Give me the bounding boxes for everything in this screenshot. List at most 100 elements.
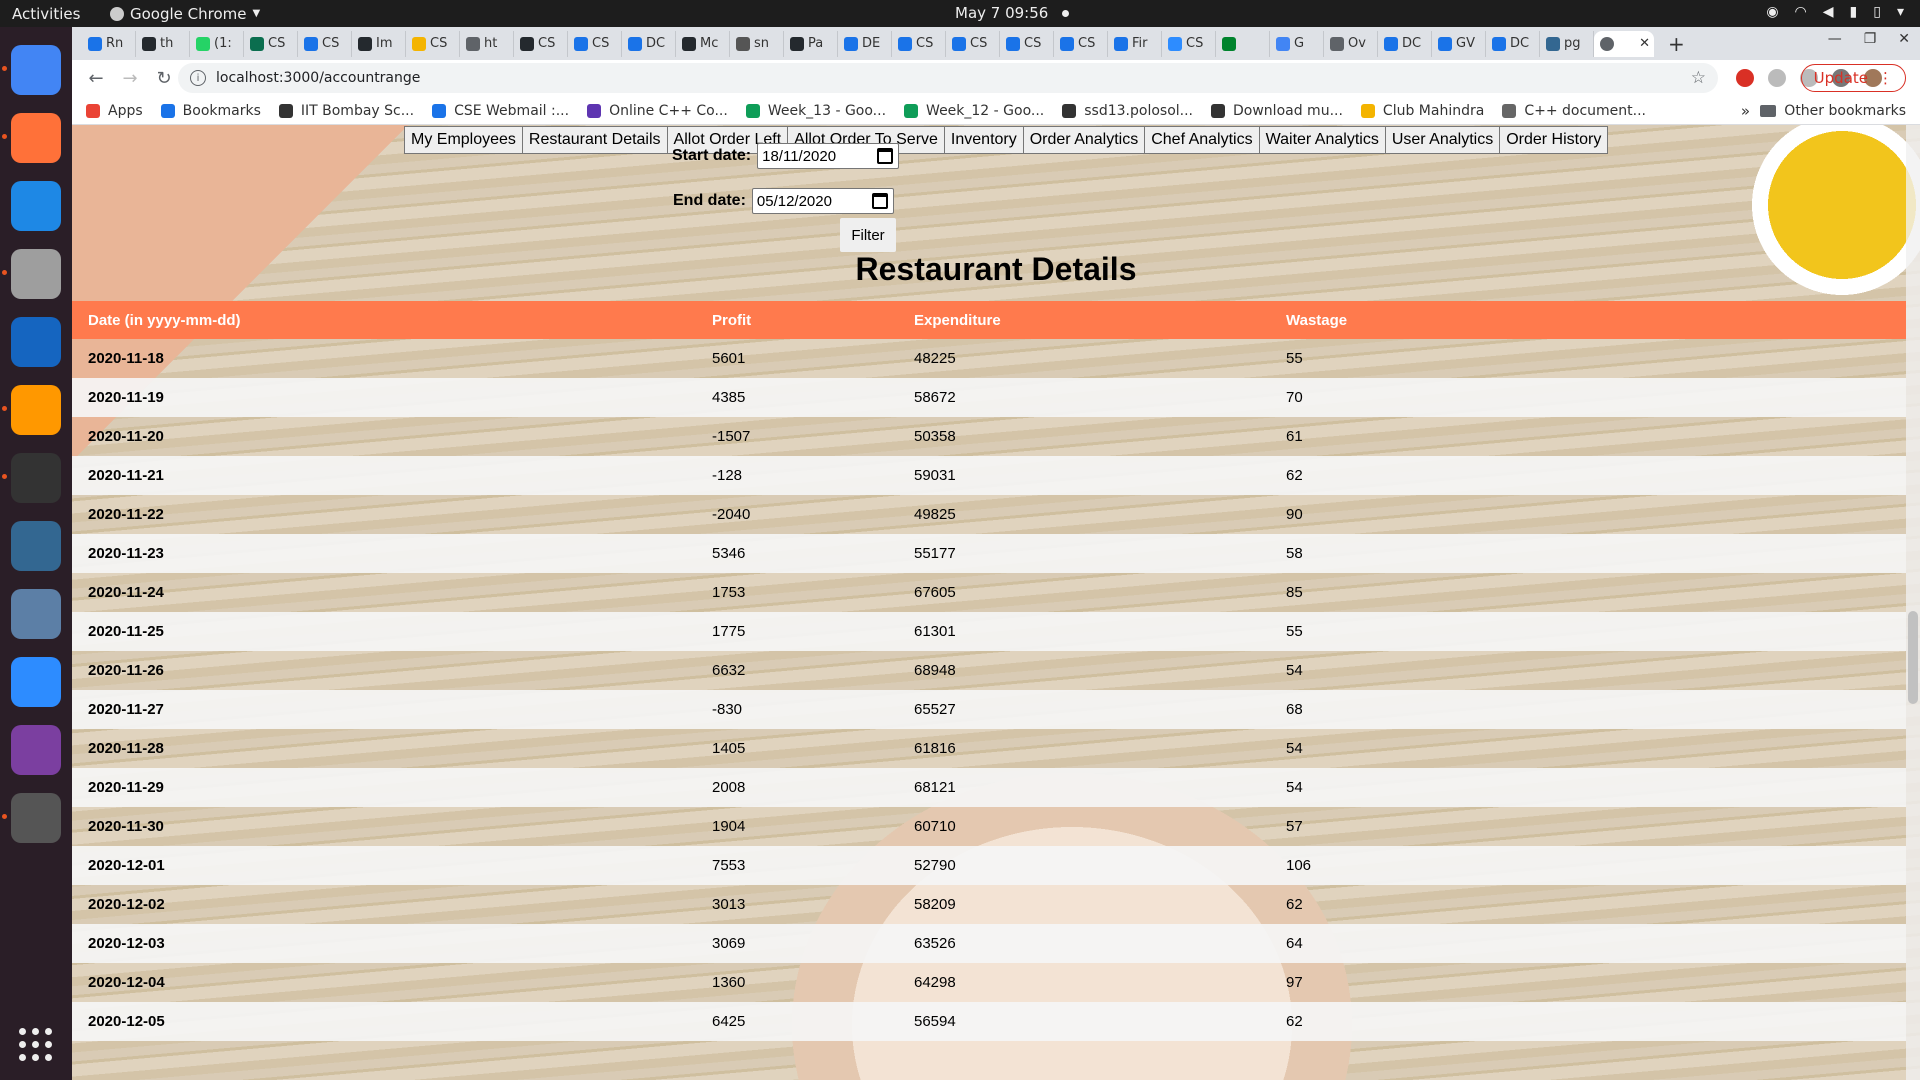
browser-tab[interactable]: CS — [1000, 30, 1054, 57]
tab-favicon-icon — [520, 36, 534, 51]
browser-tab[interactable]: CS — [568, 30, 622, 57]
minimize-icon[interactable]: — — [1828, 31, 1842, 47]
sublime-dock-icon[interactable] — [2, 385, 61, 435]
bookmarks-overflow-button[interactable]: » — [1741, 102, 1750, 120]
browser-tab[interactable]: Pa — [784, 30, 838, 57]
browser-tab[interactable]: Fir — [1108, 30, 1162, 57]
tab-title: Pa — [808, 36, 824, 51]
start-date-input[interactable]: 18/11/2020 — [757, 143, 900, 169]
browser-tab[interactable]: DC — [1378, 30, 1432, 57]
nav-button-user-analytics[interactable]: User Analytics — [1384, 126, 1501, 154]
bookmark-item[interactable]: Week_13 - Goo... — [745, 103, 886, 119]
bookmark-item[interactable]: ssd13.polosol... — [1062, 103, 1193, 119]
tab-title: DE — [862, 36, 881, 51]
app-menu[interactable]: Google Chrome ▼ — [110, 5, 260, 23]
postgres-dock-icon[interactable] — [11, 521, 61, 571]
date-cell: 2020-11-23 — [72, 534, 696, 573]
files-dock-icon[interactable] — [2, 249, 61, 299]
browser-tab[interactable]: DC — [1486, 30, 1540, 57]
nav-button-order-analytics[interactable]: Order Analytics — [1022, 126, 1146, 154]
bookmark-item[interactable]: Apps — [86, 103, 143, 119]
close-tab-icon[interactable]: ✕ — [1639, 36, 1650, 51]
browser-tab[interactable]: ht — [460, 30, 514, 57]
update-button[interactable]: Update ⋮ — [1800, 64, 1906, 92]
browser-tab[interactable]: Ov — [1324, 30, 1378, 57]
info-icon[interactable]: i — [190, 70, 206, 86]
browser-tab[interactable]: CS — [946, 30, 1000, 57]
bookmark-item[interactable]: Download mu... — [1211, 103, 1343, 119]
browser-tab[interactable]: sn — [730, 30, 784, 57]
browser-tab[interactable]: CS — [514, 30, 568, 57]
virtualbox-dock-icon[interactable] — [11, 589, 61, 639]
bookmark-star-icon[interactable]: ☆ — [1691, 68, 1706, 88]
terminal-dock-icon[interactable] — [2, 453, 61, 503]
magnifier-dock-icon[interactable] — [2, 793, 61, 843]
scrollbar-thumb[interactable] — [1908, 611, 1918, 704]
address-bar[interactable]: i localhost:3000/accountrange ☆ — [178, 63, 1718, 93]
browser-tab[interactable]: GV — [1432, 30, 1486, 57]
browser-tab[interactable]: Im — [352, 30, 406, 57]
nav-button-chef-analytics[interactable]: Chef Analytics — [1144, 126, 1260, 154]
browser-tab[interactable]: G — [1270, 30, 1324, 57]
nav-button-restaurant-details[interactable]: Restaurant Details — [521, 126, 668, 154]
vscode-dock-icon[interactable] — [11, 181, 61, 231]
back-arrow-icon[interactable]: ← — [86, 68, 106, 89]
forward-arrow-icon[interactable]: → — [120, 68, 140, 89]
clock-text: May 7 09:56 — [955, 4, 1049, 22]
show-apps-grid-icon[interactable] — [19, 1028, 53, 1062]
browser-tab[interactable]: CS — [1162, 30, 1216, 57]
firefox-dock-icon[interactable] — [2, 113, 61, 163]
wastage-cell: 55 — [1286, 350, 1303, 367]
nav-button-waiter-analytics[interactable]: Waiter Analytics — [1258, 126, 1386, 154]
tab-favicon-icon — [1006, 36, 1020, 51]
bookmark-item[interactable]: Online C++ Co... — [587, 103, 728, 119]
calendar-icon[interactable] — [877, 148, 894, 164]
scrollbar[interactable] — [1906, 125, 1920, 1080]
calendar-icon[interactable] — [871, 193, 888, 209]
other-bookmarks[interactable]: Other bookmarks — [1760, 103, 1906, 119]
browser-tab[interactable] — [1216, 30, 1270, 57]
tab-title: CS — [916, 36, 934, 51]
clock[interactable]: May 7 09:56 — [955, 4, 1070, 22]
browser-tab[interactable]: pg — [1540, 30, 1594, 57]
translate-icon[interactable] — [1768, 69, 1786, 87]
bookmark-item[interactable]: CSE Webmail :... — [432, 103, 569, 119]
profit-cell: 7553 — [696, 846, 898, 885]
browser-tab[interactable]: DC — [622, 30, 676, 57]
screen-recorder-dock-icon[interactable] — [11, 725, 61, 775]
bookmark-favicon-icon — [745, 103, 760, 118]
bookmark-item[interactable]: Week_12 - Goo... — [904, 103, 1044, 119]
new-tab-icon[interactable]: + — [1668, 32, 1685, 56]
nav-button-order-history[interactable]: Order History — [1499, 126, 1609, 154]
system-tray[interactable]: ◉ ◠ ◀ ▮ ▯ ▾ — [1766, 4, 1904, 20]
browser-tab[interactable]: CS — [244, 30, 298, 57]
filter-button[interactable]: Filter — [840, 218, 896, 252]
browser-tab[interactable]: DE — [838, 30, 892, 57]
browser-tab[interactable]: CS — [406, 30, 460, 57]
browser-tab[interactable]: th — [136, 30, 190, 57]
page-title: Restaurant Details — [855, 251, 1137, 287]
bookmark-item[interactable]: Bookmarks — [160, 103, 261, 119]
chrome-dock-icon[interactable] — [2, 45, 61, 95]
browser-tab[interactable]: CS — [1054, 30, 1108, 57]
browser-tab[interactable]: CS — [298, 30, 352, 57]
bookmark-item[interactable]: Club Mahindra — [1360, 103, 1484, 119]
zoom-dock-icon[interactable] — [11, 657, 61, 707]
bookmark-item[interactable]: C++ document... — [1502, 103, 1646, 119]
end-date-input[interactable]: 05/12/2020 — [751, 188, 894, 214]
reload-icon[interactable]: ↻ — [154, 68, 174, 89]
browser-tab-active[interactable]: ✕ — [1594, 30, 1654, 57]
browser-tab[interactable]: CS — [892, 30, 946, 57]
browser-tab[interactable]: Rn — [82, 30, 136, 57]
nav-button-my-employees[interactable]: My Employees — [404, 126, 523, 154]
writer-dock-icon[interactable] — [11, 317, 61, 367]
activities-button[interactable]: Activities — [0, 5, 100, 23]
profit-cell: -1507 — [712, 428, 751, 445]
nav-button-inventory[interactable]: Inventory — [943, 126, 1024, 154]
maximize-icon[interactable]: ❐ — [1864, 31, 1877, 47]
browser-tab[interactable]: (1: — [190, 30, 244, 57]
bookmark-item[interactable]: IIT Bombay Sc... — [278, 103, 414, 119]
browser-tab[interactable]: Mc — [676, 30, 730, 57]
adblock-icon[interactable] — [1736, 69, 1754, 87]
close-icon[interactable]: ✕ — [1898, 31, 1910, 47]
